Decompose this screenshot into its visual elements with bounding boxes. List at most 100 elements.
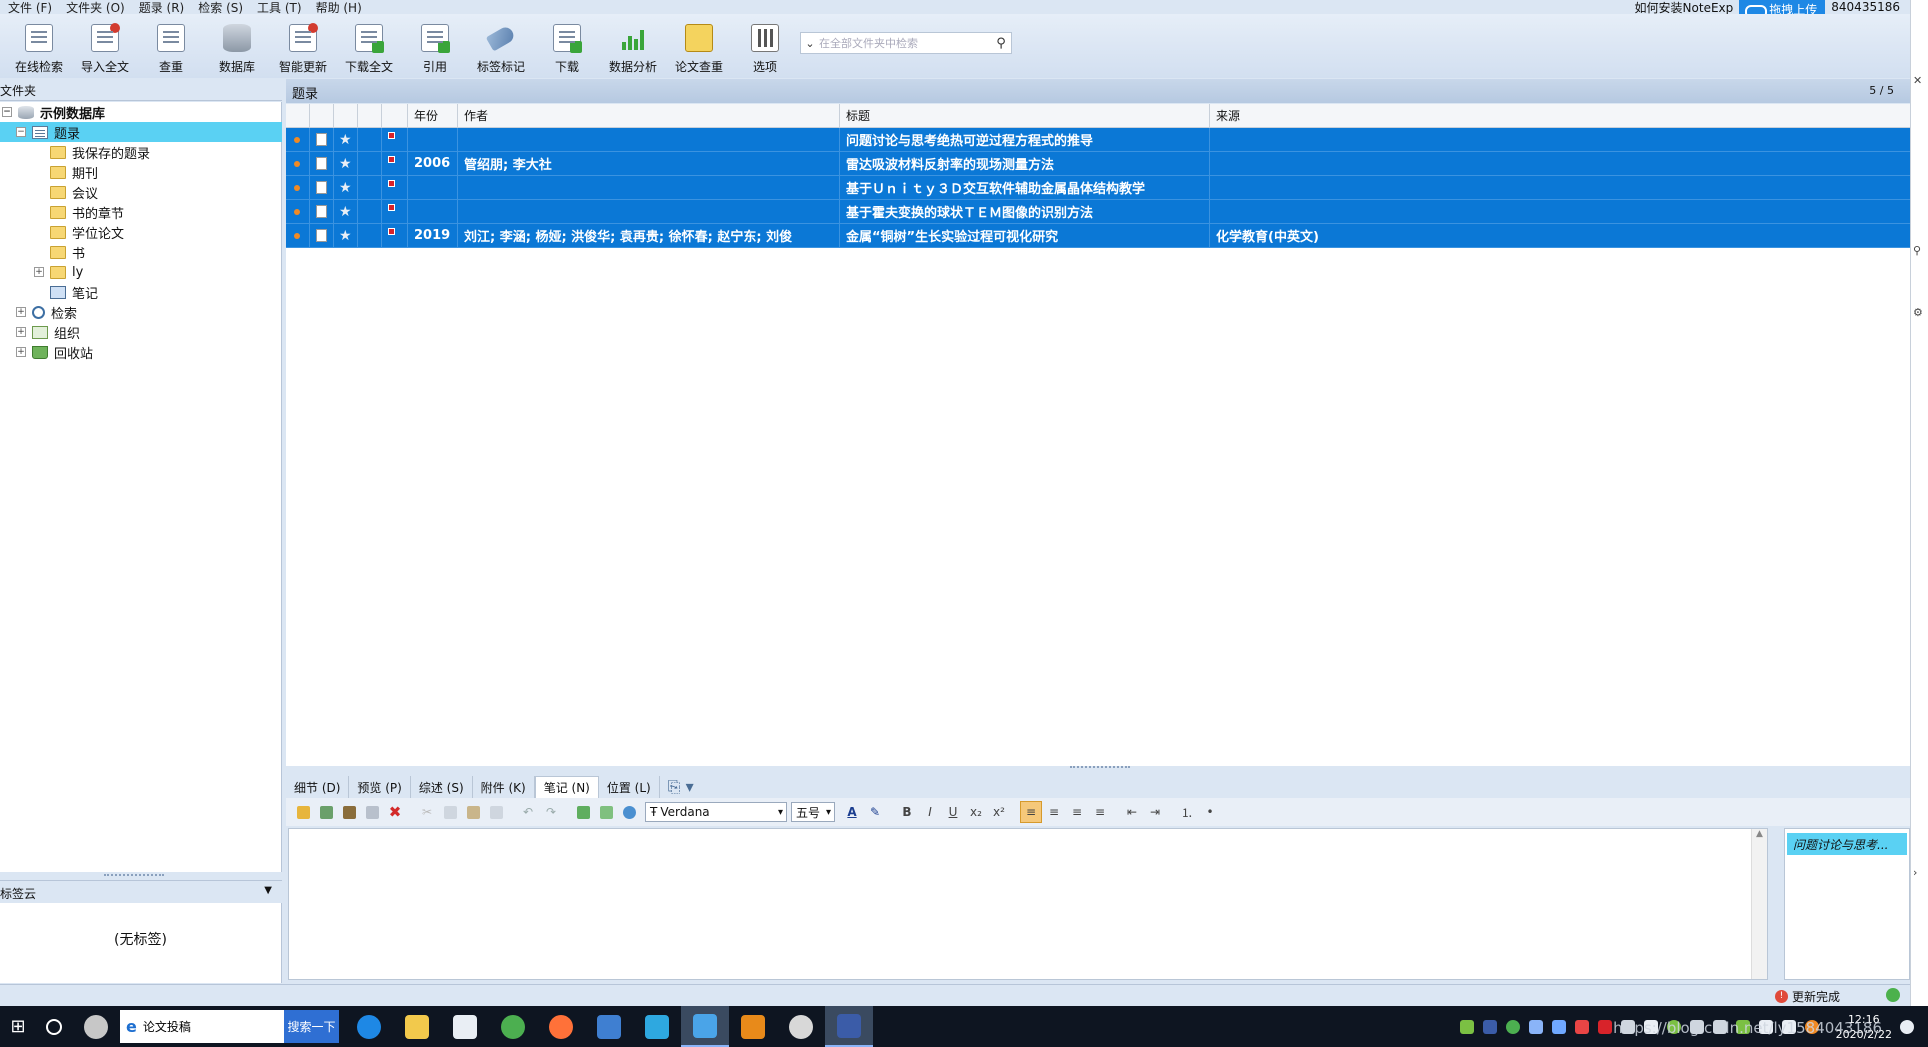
file-explorer-icon[interactable] [393, 1006, 441, 1047]
insert-link-icon[interactable] [618, 801, 640, 823]
chevron-right-icon[interactable]: › [1913, 866, 1917, 879]
tab-notes[interactable]: 笔记 (N) [534, 776, 599, 798]
align-left-icon[interactable]: ≡ [1020, 801, 1042, 823]
cortana-icon[interactable] [36, 1006, 72, 1047]
col-author[interactable]: 作者 [458, 104, 840, 127]
tray-icon[interactable] [1459, 1019, 1474, 1034]
tab-summary[interactable]: 综述 (S) [411, 776, 473, 798]
tree-node-journal[interactable]: 期刊 [50, 162, 98, 182]
star-icon[interactable]: ★ [334, 224, 358, 247]
col-flag[interactable] [382, 104, 408, 127]
undo-icon[interactable]: ↶ [517, 801, 539, 823]
paste-special-icon[interactable] [485, 801, 507, 823]
star-icon[interactable]: ★ [334, 176, 358, 199]
tree-node-notes[interactable]: 笔记 [34, 282, 98, 302]
table-row[interactable]: ★ 基于Ｕｎｉｔｙ３Ｄ交互软件辅助金属晶体结构教学 [286, 176, 1910, 200]
tab-attachment[interactable]: 附件 (K) [473, 776, 535, 798]
star-icon[interactable]: ★ [334, 128, 358, 151]
user-id[interactable]: 840435186 [1831, 0, 1900, 14]
note-list-item[interactable]: 问题讨论与思考... [1787, 833, 1907, 855]
notification-icon[interactable] [1900, 1019, 1914, 1034]
table-row[interactable]: ★ 2019 刘江; 李涵; 杨娅; 洪俊华; 袁再贵; 徐怀春; 赵宁东; 刘… [286, 224, 1910, 248]
smart-update-button[interactable]: 智能更新 [270, 14, 336, 76]
paste-icon[interactable] [462, 801, 484, 823]
font-size-select[interactable]: 五号 [791, 802, 835, 822]
paint-icon[interactable] [777, 1006, 825, 1047]
tray-icon[interactable] [1597, 1019, 1612, 1034]
col-year[interactable]: 年份 [408, 104, 458, 127]
detail-splitter[interactable] [1070, 766, 1130, 769]
collapse-icon[interactable]: − [2, 107, 12, 117]
store-icon[interactable] [441, 1006, 489, 1047]
note-editor[interactable]: ▲ [288, 828, 1768, 980]
align-center-icon[interactable]: ≡ [1043, 801, 1065, 823]
lock-icon[interactable] [292, 801, 314, 823]
col-read[interactable] [286, 104, 310, 127]
editor-scrollbar[interactable]: ▲ [1751, 829, 1767, 979]
download-fulltext-button[interactable]: 下载全文 [336, 14, 402, 76]
paper-check-button[interactable]: 论文查重 [666, 14, 732, 76]
tree-node-book[interactable]: 书 [50, 242, 85, 262]
tree-node-thesis[interactable]: 学位论文 [50, 222, 124, 242]
redo-icon[interactable]: ↷ [540, 801, 562, 823]
highlight-icon[interactable]: ✎ [864, 801, 886, 823]
table-row[interactable]: ★ 基于霍夫变换的球状ＴＥＭ图像的识别方法 [286, 200, 1910, 224]
tray-icon[interactable] [1574, 1019, 1589, 1034]
video-player-icon[interactable] [633, 1006, 681, 1047]
taskbar-search-button[interactable]: 搜索一下 [284, 1010, 339, 1043]
new-note-icon[interactable] [315, 801, 337, 823]
edge-browser-icon[interactable] [345, 1006, 393, 1047]
bold-icon[interactable]: B [896, 801, 918, 823]
options-button[interactable]: 选项 [732, 14, 798, 76]
browser-icon[interactable] [489, 1006, 537, 1047]
subscript-icon[interactable]: x₂ [965, 801, 987, 823]
taskbar-app-icon[interactable] [72, 1006, 120, 1047]
windows-start-icon[interactable]: ⊞ [0, 1006, 36, 1047]
wps-icon[interactable] [729, 1006, 777, 1047]
online-search-button[interactable]: 在线检索 [6, 14, 72, 76]
import-fulltext-button[interactable]: 导入全文 [72, 14, 138, 76]
tree-node-saved[interactable]: 我保存的题录 [50, 142, 150, 162]
copy-note-icon[interactable] [338, 801, 360, 823]
search-icon[interactable]: ⚲ [991, 36, 1011, 51]
database-button[interactable]: 数据库 [204, 14, 270, 76]
app-icon[interactable] [585, 1006, 633, 1047]
tab-location[interactable]: 位置 (L) [599, 776, 660, 798]
tray-icon[interactable] [1528, 1019, 1543, 1034]
chevron-down-icon[interactable]: ⌄ [801, 37, 819, 50]
tree-node-search[interactable]: + 检索 [16, 302, 77, 322]
panel-splitter[interactable] [104, 874, 164, 877]
tab-preview[interactable]: 预览 (P) [349, 776, 411, 798]
collapse-icon[interactable]: − [16, 127, 26, 137]
tree-node-references[interactable]: − 题录 [0, 122, 282, 142]
noteexpress-icon[interactable] [825, 1006, 873, 1047]
app-icon[interactable] [681, 1006, 729, 1047]
chevron-down-icon[interactable]: ▼ [264, 885, 272, 896]
gear-icon[interactable]: ⚙ [1913, 306, 1923, 319]
folder-search-input[interactable]: ⌄ 在全部文件夹中检索 ⚲ [800, 32, 1012, 54]
outdent-icon[interactable]: ⇤ [1121, 801, 1143, 823]
col-title[interactable]: 标题 [840, 104, 1210, 127]
save-icon[interactable] [361, 801, 383, 823]
close-icon[interactable]: ✕ [1913, 74, 1922, 87]
superscript-icon[interactable]: x² [988, 801, 1010, 823]
insert-image-icon[interactable] [572, 801, 594, 823]
bullet-list-icon[interactable]: • [1199, 801, 1221, 823]
underline-icon[interactable]: U [942, 801, 964, 823]
tree-node-organize[interactable]: + 组织 [16, 322, 80, 342]
tree-node-sample-db[interactable]: − 示例数据库 [2, 102, 105, 122]
taskbar-search-input[interactable]: e 论文投稿 [120, 1010, 284, 1043]
align-right-icon[interactable]: ≡ [1066, 801, 1088, 823]
star-icon[interactable]: ★ [334, 200, 358, 223]
italic-icon[interactable]: I [919, 801, 941, 823]
tray-icon[interactable] [1505, 1019, 1520, 1034]
expand-icon[interactable]: + [34, 267, 44, 277]
delete-icon[interactable]: ✖ [384, 801, 406, 823]
cut-icon[interactable]: ✂ [416, 801, 438, 823]
tree-node-recycle-bin[interactable]: + 回收站 [16, 342, 93, 362]
paperclip-icon[interactable]: ⎘ ▾ [660, 776, 702, 798]
table-row[interactable]: ★ 问题讨论与思考绝热可逆过程方程式的推导 [286, 128, 1910, 152]
col-source[interactable]: 来源 [1210, 104, 1910, 127]
data-analysis-button[interactable]: 数据分析 [600, 14, 666, 76]
numbered-list-icon[interactable]: ⒈ [1176, 801, 1198, 823]
